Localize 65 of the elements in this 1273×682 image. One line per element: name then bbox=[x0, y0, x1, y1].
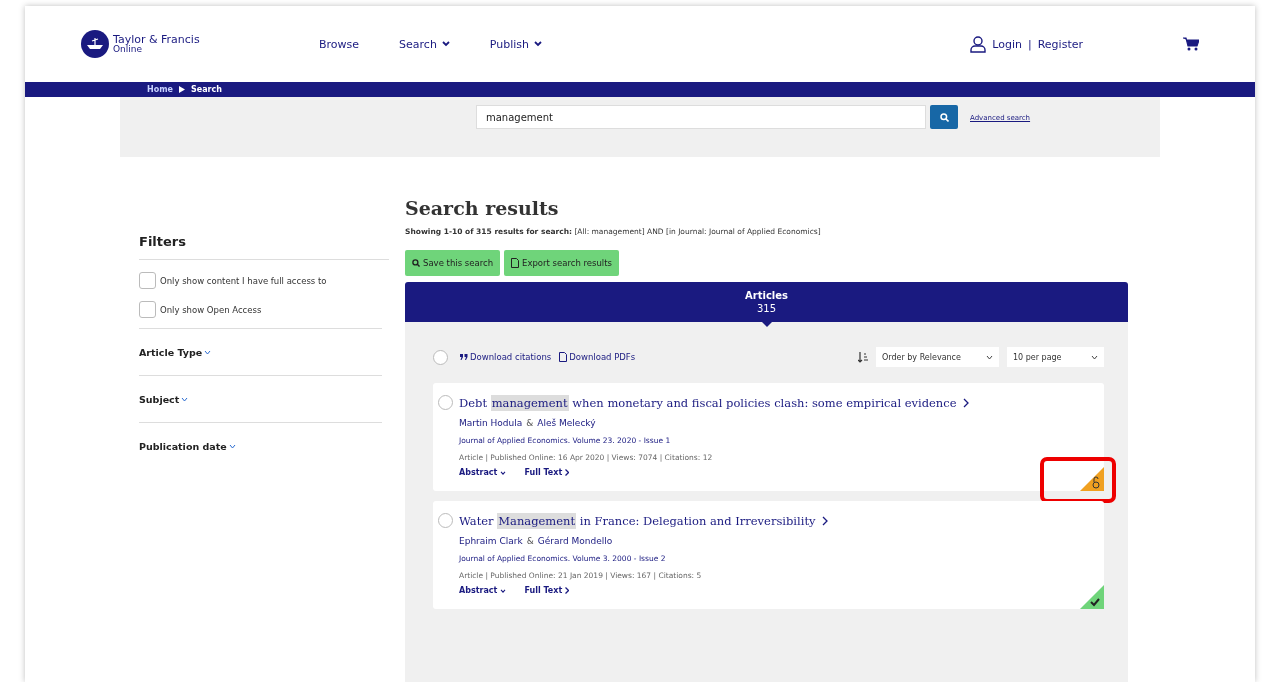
chevron-right-icon bbox=[821, 515, 828, 526]
nav-link[interactable]: Publish bbox=[489, 37, 543, 51]
register-link[interactable]: Register bbox=[1037, 37, 1083, 51]
breadcrumb-link[interactable]: Search bbox=[190, 85, 222, 94]
sort-dropdown[interactable]: Order by Relevance bbox=[876, 347, 999, 367]
article-title-link[interactable]: Water Management in France: Delegation and Irreversibility bbox=[459, 513, 816, 528]
abstract-toggle[interactable]: Abstract bbox=[459, 468, 507, 477]
document-icon bbox=[511, 258, 519, 268]
filter-section-toggle[interactable]: Article Type bbox=[139, 346, 212, 358]
filter-section-toggle[interactable]: Publication date bbox=[139, 440, 236, 452]
save-search-button[interactable]: Save this search bbox=[405, 250, 500, 276]
article-title-link[interactable]: Debt management when monetary and fiscal policies clash: some empirical evidence bbox=[459, 395, 957, 410]
separator: | bbox=[1028, 37, 1032, 51]
checkbox[interactable] bbox=[139, 301, 156, 318]
user-icon[interactable] bbox=[970, 35, 987, 53]
document-icon bbox=[559, 352, 568, 362]
chevron-right-icon bbox=[962, 397, 969, 408]
chevron-right-icon bbox=[565, 587, 570, 594]
logo-icon bbox=[81, 30, 109, 58]
select-all-radio[interactable] bbox=[433, 349, 448, 365]
breadcrumb-link[interactable]: Home bbox=[147, 85, 173, 94]
quote-icon bbox=[460, 354, 468, 360]
filters-heading: Filters bbox=[139, 234, 389, 260]
download-citations-link[interactable]: Download citations bbox=[460, 352, 552, 362]
checkbox-label: Only show content I have full access to bbox=[160, 275, 327, 286]
full-text-link[interactable]: Full Text bbox=[524, 468, 570, 477]
page-heading: Search results bbox=[405, 197, 560, 219]
chevron-right-icon bbox=[565, 469, 570, 476]
chevron-down-icon bbox=[500, 470, 507, 475]
chevron-down-icon bbox=[986, 354, 993, 360]
checkbox[interactable] bbox=[139, 272, 156, 289]
chevron-down-icon bbox=[1091, 354, 1098, 360]
chevron-icon bbox=[204, 349, 212, 355]
login-link[interactable]: Login bbox=[992, 37, 1022, 51]
search-icon bbox=[412, 259, 420, 267]
search-field[interactable]: management bbox=[476, 105, 926, 129]
author-link[interactable]: Ephraim Clark bbox=[459, 536, 523, 546]
full-text-link[interactable]: Full Text bbox=[524, 586, 570, 595]
cart-icon[interactable] bbox=[1183, 37, 1199, 51]
nav-link[interactable]: Browse bbox=[319, 37, 360, 51]
nav-link[interactable]: Search bbox=[399, 37, 450, 51]
export-button[interactable]: Export search results bbox=[504, 250, 619, 276]
filter-section-toggle[interactable]: Subject bbox=[139, 393, 189, 405]
select-radio[interactable] bbox=[438, 513, 453, 528]
chevron-icon bbox=[181, 396, 189, 402]
author-link[interactable]: Martin Hodula bbox=[459, 418, 523, 428]
sort-icon bbox=[858, 351, 868, 363]
chevron-down-icon bbox=[534, 41, 543, 47]
download-pdfs-link[interactable]: Download PDFs bbox=[559, 352, 636, 362]
search-icon bbox=[939, 112, 949, 122]
abstract-toggle[interactable]: Abstract bbox=[459, 586, 507, 595]
per-page-dropdown[interactable]: 10 per page bbox=[1007, 347, 1104, 367]
articles-tab[interactable]: Articles 315 bbox=[745, 282, 788, 322]
chevron-down-icon bbox=[441, 41, 450, 47]
chevron-down-icon bbox=[500, 588, 507, 593]
chevron-icon bbox=[228, 443, 236, 449]
logo-text[interactable]: Taylor & Francis Online bbox=[113, 34, 200, 54]
author-joiner: & bbox=[526, 536, 534, 546]
triangle-right-icon bbox=[178, 86, 185, 93]
checkbox-label: Only show Open Access bbox=[160, 304, 262, 315]
author-joiner: & bbox=[526, 418, 534, 428]
select-radio[interactable] bbox=[438, 395, 453, 410]
author-link[interactable]: Aleš Melecký bbox=[537, 418, 596, 428]
author-link[interactable]: Gérard Mondello bbox=[537, 536, 613, 546]
search-button[interactable] bbox=[930, 105, 958, 129]
